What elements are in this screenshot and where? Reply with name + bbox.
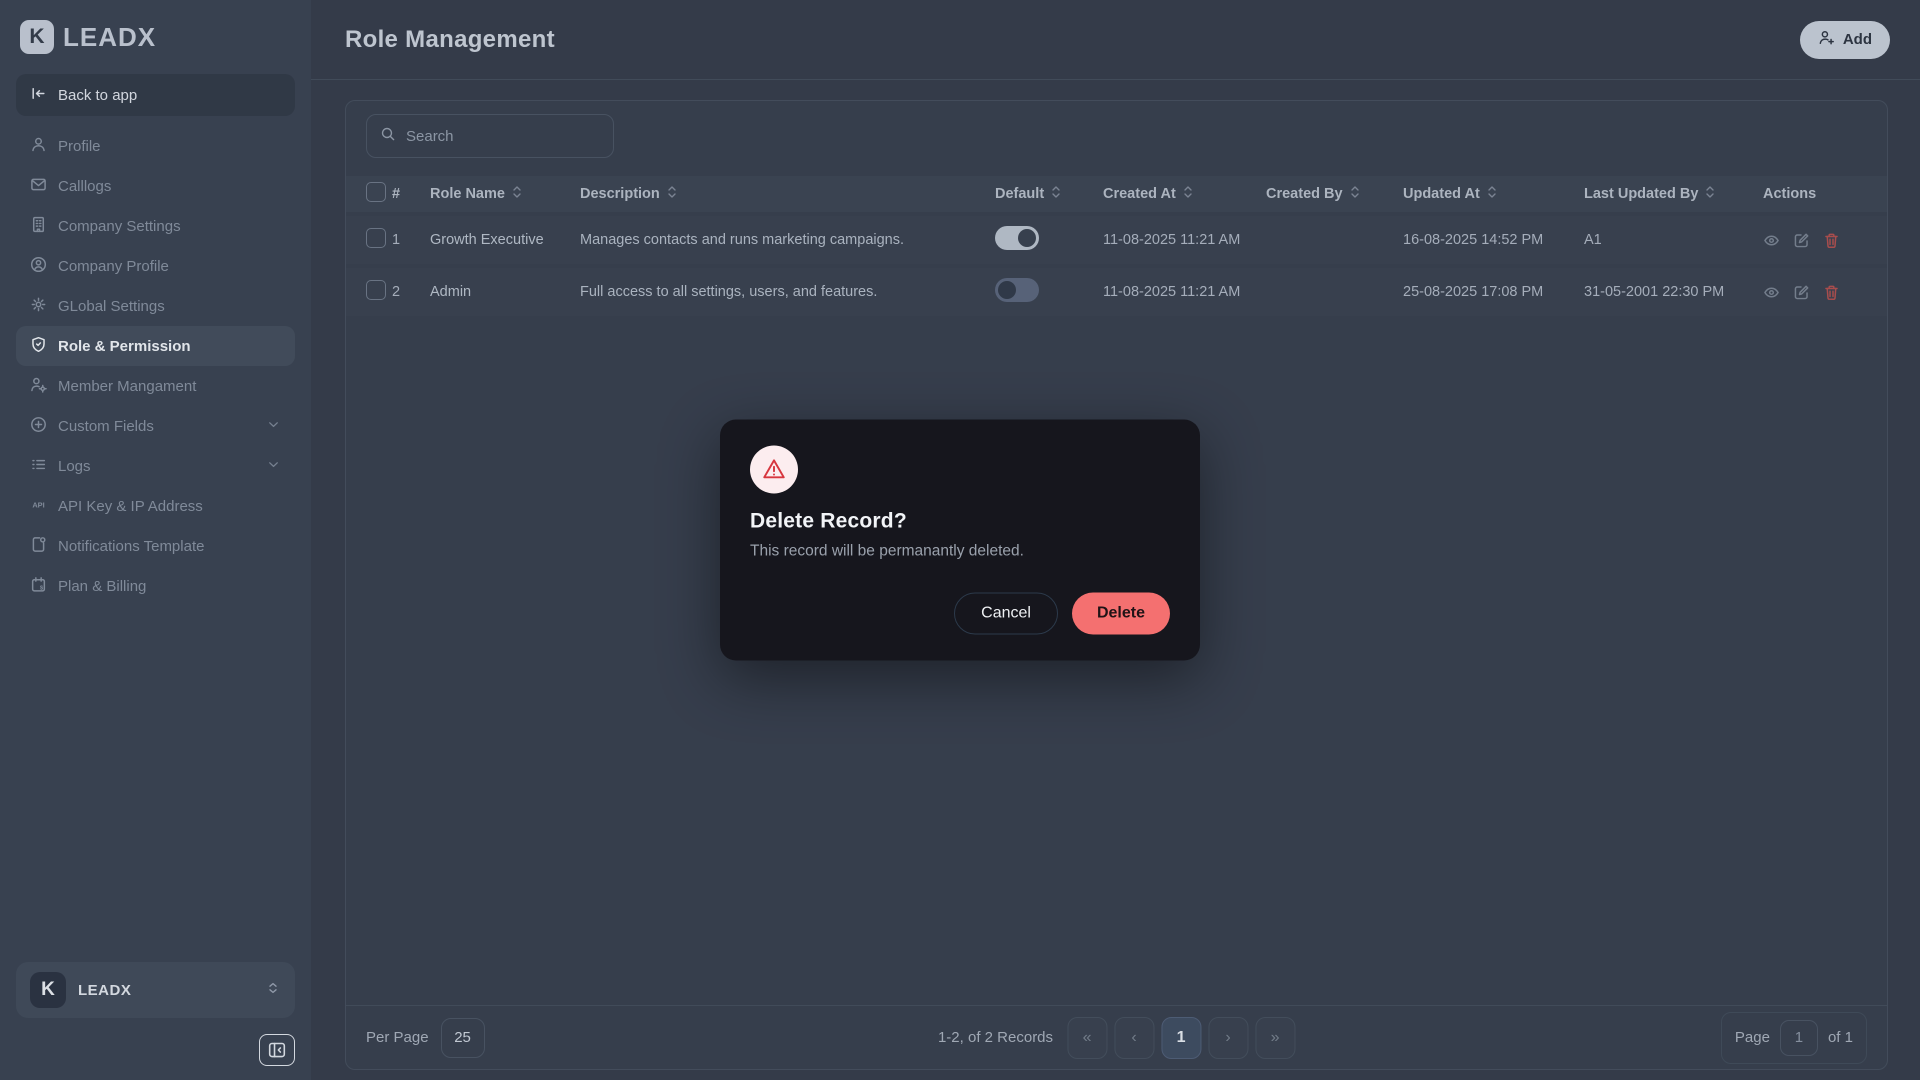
- warning-badge: [750, 446, 798, 494]
- modal-actions: Cancel Delete: [750, 593, 1170, 635]
- warning-triangle-icon: [761, 457, 787, 483]
- delete-confirm-modal: Delete Record? This record will be perma…: [720, 420, 1200, 661]
- delete-button[interactable]: Delete: [1072, 593, 1170, 635]
- modal-title: Delete Record?: [750, 510, 1170, 534]
- modal-message: This record will be permanantly deleted.: [750, 543, 1170, 561]
- cancel-button[interactable]: Cancel: [954, 593, 1058, 635]
